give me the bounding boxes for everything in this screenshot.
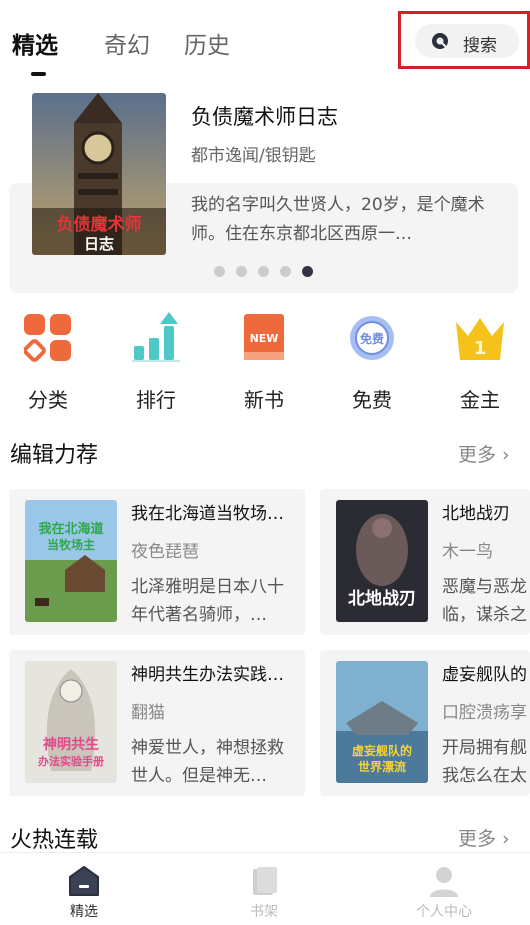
nav-profile[interactable]: 个人中心 xyxy=(389,861,499,923)
gold-label: 金主 xyxy=(460,388,500,412)
carousel-dots xyxy=(214,266,314,278)
nav-featured[interactable]: 精选 xyxy=(29,861,139,923)
free-badge-icon-text: 免费 xyxy=(360,331,384,346)
free-badge-icon: 免费 xyxy=(350,316,394,360)
book-description: 开局拥有舰我怎么在太 xyxy=(442,738,527,786)
tab-fantasy[interactable]: 奇幻 xyxy=(104,26,150,60)
bookshelf-icon xyxy=(253,867,277,895)
book-title: 神明共生办法实践… xyxy=(131,665,284,685)
featured-book-description: 我的名字叫久世贤人，20岁，是个魔术师。住在东京都北区西原一… xyxy=(191,195,485,244)
featured-cover-title: 负债魔术师 xyxy=(57,214,142,235)
section-title-hot-serials: 火热连载 xyxy=(10,828,99,853)
more-link-hot-serials[interactable]: 更多 › xyxy=(458,824,510,851)
tab-history[interactable]: 历史 xyxy=(184,26,230,60)
book-title: 我在北海道当牧场… xyxy=(131,504,284,524)
book-card[interactable]: 我在北海道 当牧场主 我在北海道当牧场… 夜色琵琶 北泽雅明是日本八十年代著名骑… xyxy=(9,489,305,635)
ranking-button[interactable]: 排行 xyxy=(114,312,194,412)
nav-featured-label: 精选 xyxy=(70,904,98,920)
book-cover-subtitle: 世界漂流 xyxy=(358,759,406,774)
more-link-editor-picks[interactable]: 更多 › xyxy=(458,440,510,467)
ranking-chart-icon xyxy=(132,312,180,362)
nav-bookshelf[interactable]: 书架 xyxy=(209,861,319,923)
free-button[interactable]: 免费 免费 xyxy=(330,312,410,412)
featured-book-title[interactable]: 负债魔术师日志 xyxy=(191,101,338,131)
crown-icon: 1 xyxy=(456,318,504,360)
carousel-dot[interactable] xyxy=(214,266,225,277)
book-cover-title: 我在北海道 xyxy=(38,521,103,537)
featured-book-cover[interactable]: 负债魔术师 日志 xyxy=(32,93,166,255)
carousel-dot[interactable] xyxy=(236,266,247,277)
book-cover-subtitle: 办法实验手册 xyxy=(38,754,104,768)
home-featured-icon xyxy=(69,866,99,896)
featured-book-meta: 都市逸闻/银钥匙 xyxy=(191,146,316,166)
profile-icon xyxy=(430,867,458,897)
category-label: 分类 xyxy=(28,388,68,412)
crown-icon-text: 1 xyxy=(474,338,487,359)
new-books-button[interactable]: NEW 新书 xyxy=(222,312,302,412)
book-title: 虚妄舰队的 xyxy=(442,665,527,685)
book-author: 口腔溃疡享 xyxy=(442,703,527,723)
book-cover[interactable]: 神明共生 办法实验手册 xyxy=(25,661,117,783)
book-description: 恶魔与恶龙临，谋杀之 xyxy=(442,577,527,625)
carousel-dot-active[interactable] xyxy=(302,266,313,277)
active-tab-indicator xyxy=(31,72,46,76)
featured-cover-subtitle: 日志 xyxy=(84,235,114,253)
bottom-navigation: 精选 书架 个人中心 xyxy=(0,852,530,925)
category-button[interactable]: 分类 xyxy=(6,312,86,412)
book-description: 神爱世人，神想拯救世人。但是神无… xyxy=(131,738,284,786)
book-author: 木一鸟 xyxy=(442,542,493,562)
book-title: 北地战刃 xyxy=(442,504,510,524)
search-highlight-box: 搜索 xyxy=(398,11,530,69)
new-book-icon: NEW xyxy=(244,314,284,360)
book-cover[interactable]: 虚妄舰队的 世界漂流 xyxy=(336,661,428,783)
search-button[interactable]: 搜索 xyxy=(415,24,519,58)
gold-button[interactable]: 1 金主 xyxy=(438,312,518,412)
nav-bookshelf-label: 书架 xyxy=(250,904,278,920)
book-card[interactable]: 神明共生 办法实验手册 神明共生办法实践… 翻猫 神爱世人，神想拯救世人。但是神… xyxy=(9,650,305,796)
free-label: 免费 xyxy=(352,388,392,412)
book-cover[interactable]: 北地战刃 xyxy=(336,500,428,622)
new-books-label: 新书 xyxy=(244,388,284,412)
search-label: 搜索 xyxy=(463,36,497,56)
section-title-editor-picks: 编辑力荐 xyxy=(10,443,99,468)
book-description: 北泽雅明是日本八十年代著名骑师，… xyxy=(131,577,284,625)
book-cover-title: 北地战刃 xyxy=(348,588,416,609)
nav-profile-label: 个人中心 xyxy=(416,904,472,920)
book-card[interactable]: 虚妄舰队的 世界漂流 虚妄舰队的 口腔溃疡享 开局拥有舰我怎么在太 xyxy=(320,650,530,796)
book-cover-title: 虚妄舰队的 xyxy=(352,743,412,758)
book-author: 翻猫 xyxy=(131,703,165,723)
book-cover[interactable]: 我在北海道 当牧场主 xyxy=(25,500,117,622)
book-cover-title: 神明共生 xyxy=(43,736,99,753)
carousel-dot[interactable] xyxy=(280,266,291,277)
new-book-icon-text: NEW xyxy=(250,332,279,345)
tab-featured[interactable]: 精选 xyxy=(12,26,58,60)
category-grid-icon xyxy=(24,314,71,362)
ranking-label: 排行 xyxy=(136,388,176,412)
carousel-dot[interactable] xyxy=(258,266,269,277)
book-cover-subtitle: 当牧场主 xyxy=(47,537,95,552)
search-icon xyxy=(432,33,448,49)
top-tab-bar: 精选 奇幻 历史 搜索 xyxy=(0,0,530,80)
book-card[interactable]: 北地战刃 北地战刃 木一鸟 恶魔与恶龙临，谋杀之 xyxy=(320,489,530,635)
book-author: 夜色琵琶 xyxy=(131,542,199,562)
